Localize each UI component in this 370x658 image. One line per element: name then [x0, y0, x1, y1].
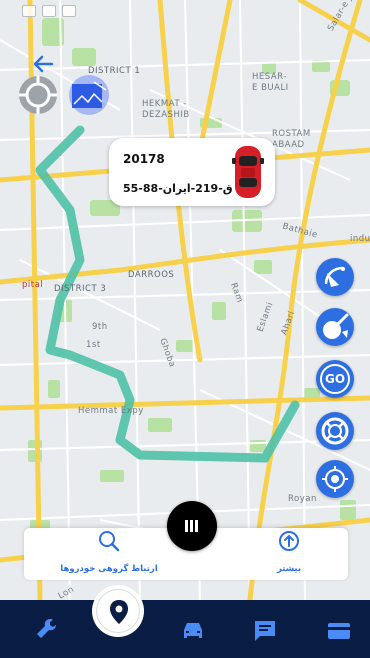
compass-icon — [19, 76, 57, 114]
label-district3: DISTRICT 3 — [54, 284, 107, 294]
compass-button[interactable] — [17, 74, 59, 116]
label-royan: Royan — [288, 494, 317, 504]
vehicle-plate: 55-ق-219-ایران-88 — [123, 182, 233, 195]
search-icon — [99, 531, 120, 552]
go-button[interactable]: GO — [316, 360, 354, 398]
nav-location-button[interactable] — [92, 585, 144, 637]
locate-button[interactable] — [316, 460, 354, 498]
label-hekmat-2: DEZASHIB — [142, 110, 190, 120]
label-pital: pital — [22, 280, 44, 290]
card-icon[interactable] — [326, 618, 352, 644]
pause-button[interactable] — [167, 501, 217, 551]
clean-button[interactable] — [316, 308, 354, 346]
label-rostam: ROSTAM — [272, 129, 311, 139]
bottom-navigation — [0, 600, 370, 658]
label-rostam-2: ABAAD — [272, 140, 305, 150]
layers-button[interactable] — [68, 74, 110, 116]
vehicle-id: 20178 — [123, 152, 165, 166]
lifebuoy-icon — [321, 417, 349, 445]
label-indu: indu — [350, 234, 370, 244]
layers-icon — [69, 75, 109, 115]
arrow-up-circle-icon — [279, 531, 299, 551]
label-hesar: HESAR- — [252, 72, 287, 82]
status-bar — [0, 0, 370, 22]
vehicle-info-card[interactable]: 20178 55-ق-219-ایران-88 — [109, 138, 275, 206]
label-hesar-2: E BUALI — [252, 83, 289, 93]
red-car-icon — [232, 146, 264, 198]
nav-location-inner — [96, 589, 140, 633]
car-icon[interactable] — [180, 618, 206, 644]
satellite-button[interactable] — [316, 258, 354, 296]
satellite-dish-icon — [324, 266, 345, 287]
more-label: بیشتر — [276, 564, 302, 574]
lifebuoy-button[interactable] — [316, 412, 354, 450]
wrench-icon[interactable] — [34, 616, 60, 642]
label-9th: 9th — [92, 322, 108, 332]
status-image-icon — [42, 5, 56, 17]
message-icon[interactable] — [252, 618, 278, 644]
pause-icon — [185, 520, 199, 532]
status-photo-icon — [22, 5, 36, 17]
label-hekmat: HEKMAT - — [142, 99, 187, 109]
label-1st: 1st — [86, 340, 101, 350]
group-link-label: ارتباط گروهی خودروها — [60, 564, 158, 574]
go-label: GO — [324, 372, 346, 386]
label-darroos: DARROOS — [128, 270, 175, 280]
location-pin-icon — [110, 600, 128, 624]
broom-icon — [323, 313, 349, 339]
status-notification-icon — [62, 5, 76, 17]
group-link-button[interactable]: ارتباط گروهی خودروها — [34, 528, 184, 580]
crosshair-icon — [322, 466, 348, 492]
label-hemmat: Hemmat Expy — [78, 406, 144, 416]
more-button[interactable]: بیشتر — [244, 528, 334, 580]
